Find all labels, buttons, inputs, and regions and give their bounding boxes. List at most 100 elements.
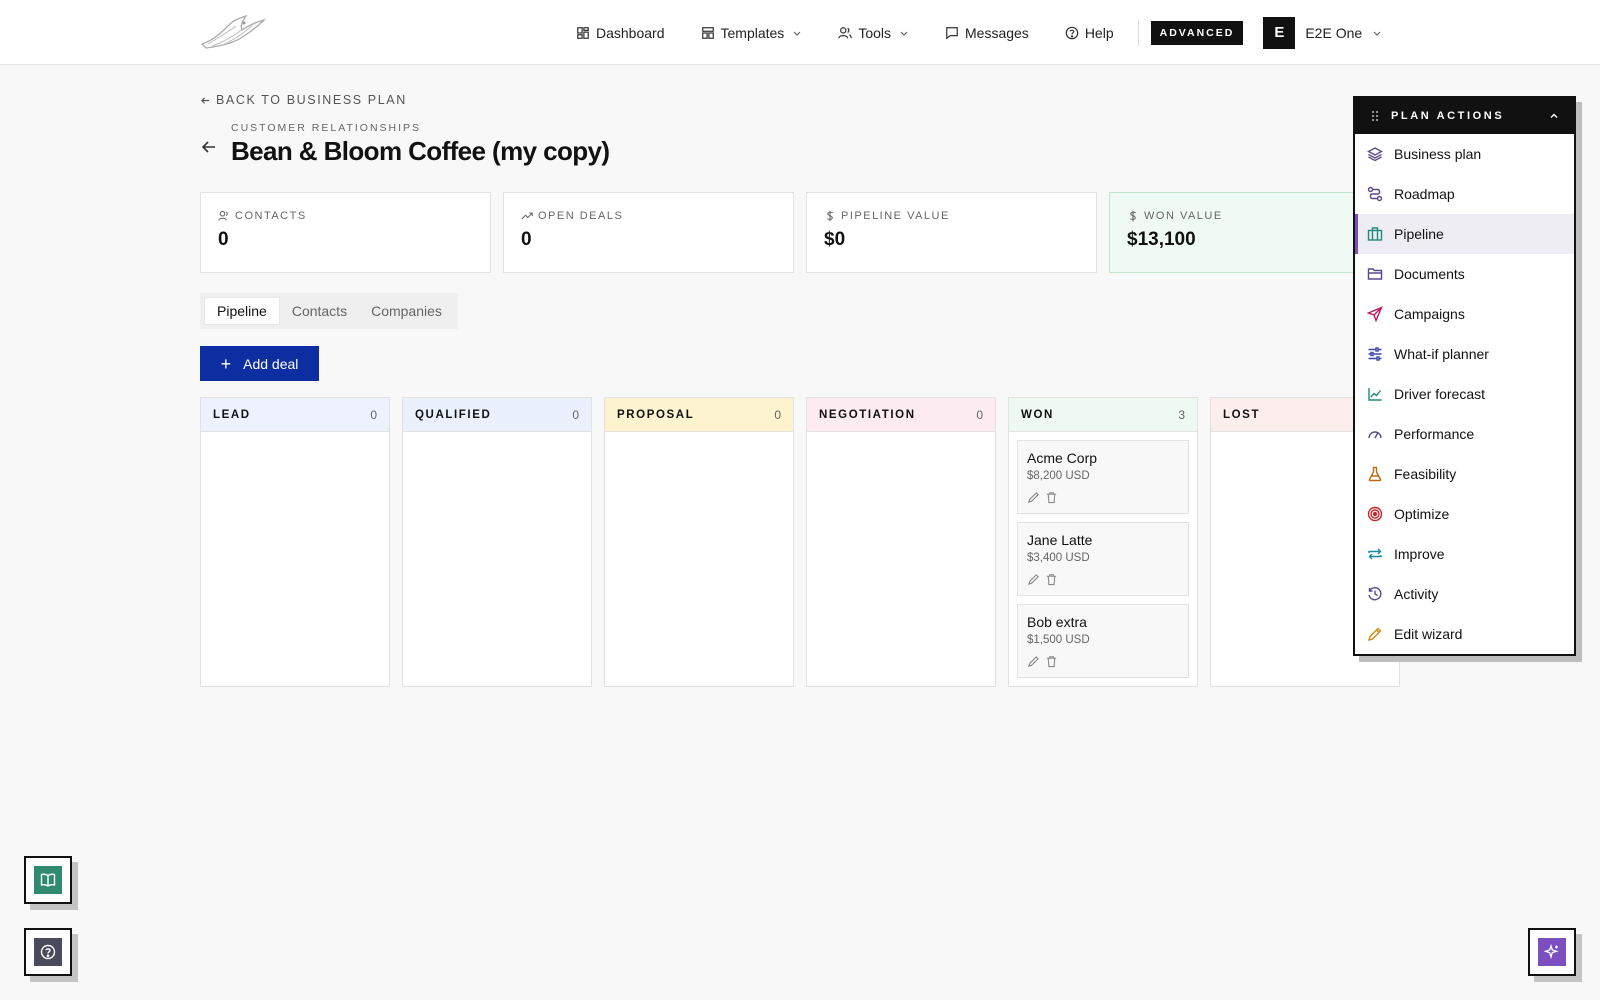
- user-menu[interactable]: E E2E One: [1263, 16, 1382, 49]
- column-proposal: PROPOSAL 0: [604, 397, 794, 687]
- plan-item-business-plan[interactable]: Business plan: [1355, 134, 1574, 174]
- plan-item-documents[interactable]: Documents: [1355, 254, 1574, 294]
- plan-item-driver-forecast[interactable]: Driver forecast: [1355, 374, 1574, 414]
- ai-assistant-button[interactable]: [1528, 928, 1576, 976]
- briefcase-icon: [1367, 227, 1383, 241]
- nav-help-label: Help: [1084, 24, 1114, 41]
- crm-tabs: Pipeline Contacts Companies: [200, 293, 458, 329]
- plus-icon: +: [220, 353, 232, 374]
- plan-item-campaigns[interactable]: Campaigns: [1355, 294, 1574, 334]
- deal-amount: $8,200 USD: [1027, 470, 1090, 482]
- dollar-icon: [1129, 210, 1137, 222]
- chevron-up-icon[interactable]: [1548, 110, 1560, 122]
- stat-pipeline-value: PIPELINE VALUE $0: [806, 192, 1097, 273]
- column-title: NEGOTIATION: [819, 408, 916, 421]
- users-icon: [218, 210, 228, 221]
- deal-card[interactable]: Jane Latte $3,400 USD: [1017, 522, 1189, 596]
- pencil-icon[interactable]: [1027, 655, 1040, 668]
- plan-item-performance[interactable]: Performance: [1355, 414, 1574, 454]
- nav-help[interactable]: Help: [1065, 25, 1114, 41]
- plan-item-label: Improve: [1394, 546, 1445, 562]
- layers-icon: [1367, 147, 1383, 162]
- plan-item-label: What-if planner: [1394, 346, 1489, 362]
- guide-button[interactable]: [24, 856, 72, 904]
- stat-value: 0: [218, 229, 229, 250]
- trash-icon[interactable]: [1045, 491, 1058, 504]
- column-won: WON 3 Acme Corp $8,200 USD Jane Latte $3,…: [1008, 397, 1198, 687]
- column-negotiation: NEGOTIATION 0: [806, 397, 996, 687]
- plan-item-label: Activity: [1394, 586, 1439, 602]
- plan-item-label: Edit wizard: [1394, 626, 1463, 642]
- stat-value: $13,100: [1127, 229, 1196, 250]
- plan-actions-header[interactable]: PLAN ACTIONS: [1355, 98, 1574, 134]
- pencil-icon: [1367, 627, 1382, 642]
- deal-name: Jane Latte: [1027, 532, 1093, 548]
- tab-pipeline[interactable]: Pipeline: [204, 297, 280, 325]
- plan-item-label: Business plan: [1394, 146, 1482, 162]
- column-count: 0: [976, 407, 983, 422]
- add-deal-button[interactable]: + Add deal: [200, 346, 319, 381]
- help-button[interactable]: [24, 928, 72, 976]
- nav-messages[interactable]: Messages: [945, 25, 1029, 41]
- plan-actions-title: PLAN ACTIONS: [1391, 110, 1505, 122]
- drag-handle-icon[interactable]: [1369, 110, 1381, 122]
- plan-item-optimize[interactable]: Optimize: [1355, 494, 1574, 534]
- pencil-icon[interactable]: [1027, 573, 1040, 586]
- add-deal-label: Add deal: [243, 355, 299, 372]
- top-navbar: Dashboard Templates Tools Messages Help …: [0, 0, 1600, 65]
- pencil-icon[interactable]: [1027, 491, 1040, 504]
- trash-icon[interactable]: [1045, 655, 1058, 668]
- back-arrow-icon[interactable]: [200, 138, 218, 156]
- dollar-icon: [826, 210, 834, 222]
- templates-icon: [701, 26, 714, 39]
- plan-item-label: Campaigns: [1394, 306, 1465, 322]
- roadmap-icon: [1367, 186, 1383, 202]
- plan-item-label: Pipeline: [1394, 226, 1444, 242]
- page-eyebrow: CUSTOMER RELATIONSHIPS: [231, 122, 422, 134]
- plan-item-label: Documents: [1394, 266, 1465, 282]
- plan-item-improve[interactable]: Improve: [1355, 534, 1574, 574]
- trash-icon[interactable]: [1045, 573, 1058, 586]
- stat-value: 0: [521, 229, 532, 250]
- book-open-icon: [40, 873, 56, 887]
- plan-item-feasibility[interactable]: Feasibility: [1355, 454, 1574, 494]
- nav-messages-label: Messages: [965, 24, 1029, 41]
- stat-label: OPEN DEALS: [538, 210, 624, 222]
- column-count: 0: [370, 407, 377, 422]
- flask-icon: [1368, 466, 1382, 482]
- plan-item-label: Driver forecast: [1394, 386, 1486, 402]
- column-title: LOST: [1223, 408, 1261, 421]
- plan-item-edit-wizard[interactable]: Edit wizard: [1355, 614, 1574, 654]
- column-count: 0: [572, 407, 579, 422]
- brand-logo[interactable]: [200, 14, 266, 50]
- advanced-badge: ADVANCED: [1150, 20, 1244, 45]
- plan-item-label: Feasibility: [1394, 466, 1457, 482]
- deal-card[interactable]: Acme Corp $8,200 USD: [1017, 440, 1189, 514]
- page-title: Bean & Bloom Coffee (my copy): [231, 136, 610, 166]
- plan-item-what-if-planner[interactable]: What-if planner: [1355, 334, 1574, 374]
- trend-up-icon: [521, 212, 533, 220]
- back-to-business-plan-link[interactable]: BACK TO BUSINESS PLAN: [200, 93, 407, 107]
- plan-item-activity[interactable]: Activity: [1355, 574, 1574, 614]
- nav-templates[interactable]: Templates: [701, 25, 803, 41]
- tab-companies[interactable]: Companies: [359, 297, 454, 325]
- dashboard-icon: [577, 26, 589, 39]
- plan-item-label: Roadmap: [1394, 186, 1455, 202]
- sparkle-icon: [1544, 944, 1559, 960]
- help-icon: [40, 944, 56, 960]
- send-icon: [1367, 306, 1383, 322]
- folder-icon: [1367, 268, 1383, 280]
- sliders-icon: [1368, 347, 1382, 361]
- deal-card[interactable]: Bob extra $1,500 USD: [1017, 604, 1189, 678]
- plan-item-pipeline[interactable]: Pipeline: [1355, 214, 1574, 254]
- column-count: 0: [774, 407, 781, 422]
- column-title: QUALIFIED: [415, 408, 492, 421]
- tab-contacts[interactable]: Contacts: [280, 297, 359, 325]
- plan-item-label: Performance: [1394, 426, 1475, 442]
- nav-dashboard[interactable]: Dashboard: [576, 25, 665, 41]
- column-count: 3: [1178, 407, 1185, 422]
- nav-tools[interactable]: Tools: [838, 25, 909, 41]
- column-qualified: QUALIFIED 0: [402, 397, 592, 687]
- stat-contacts: CONTACTS 0: [200, 192, 491, 273]
- plan-item-roadmap[interactable]: Roadmap: [1355, 174, 1574, 214]
